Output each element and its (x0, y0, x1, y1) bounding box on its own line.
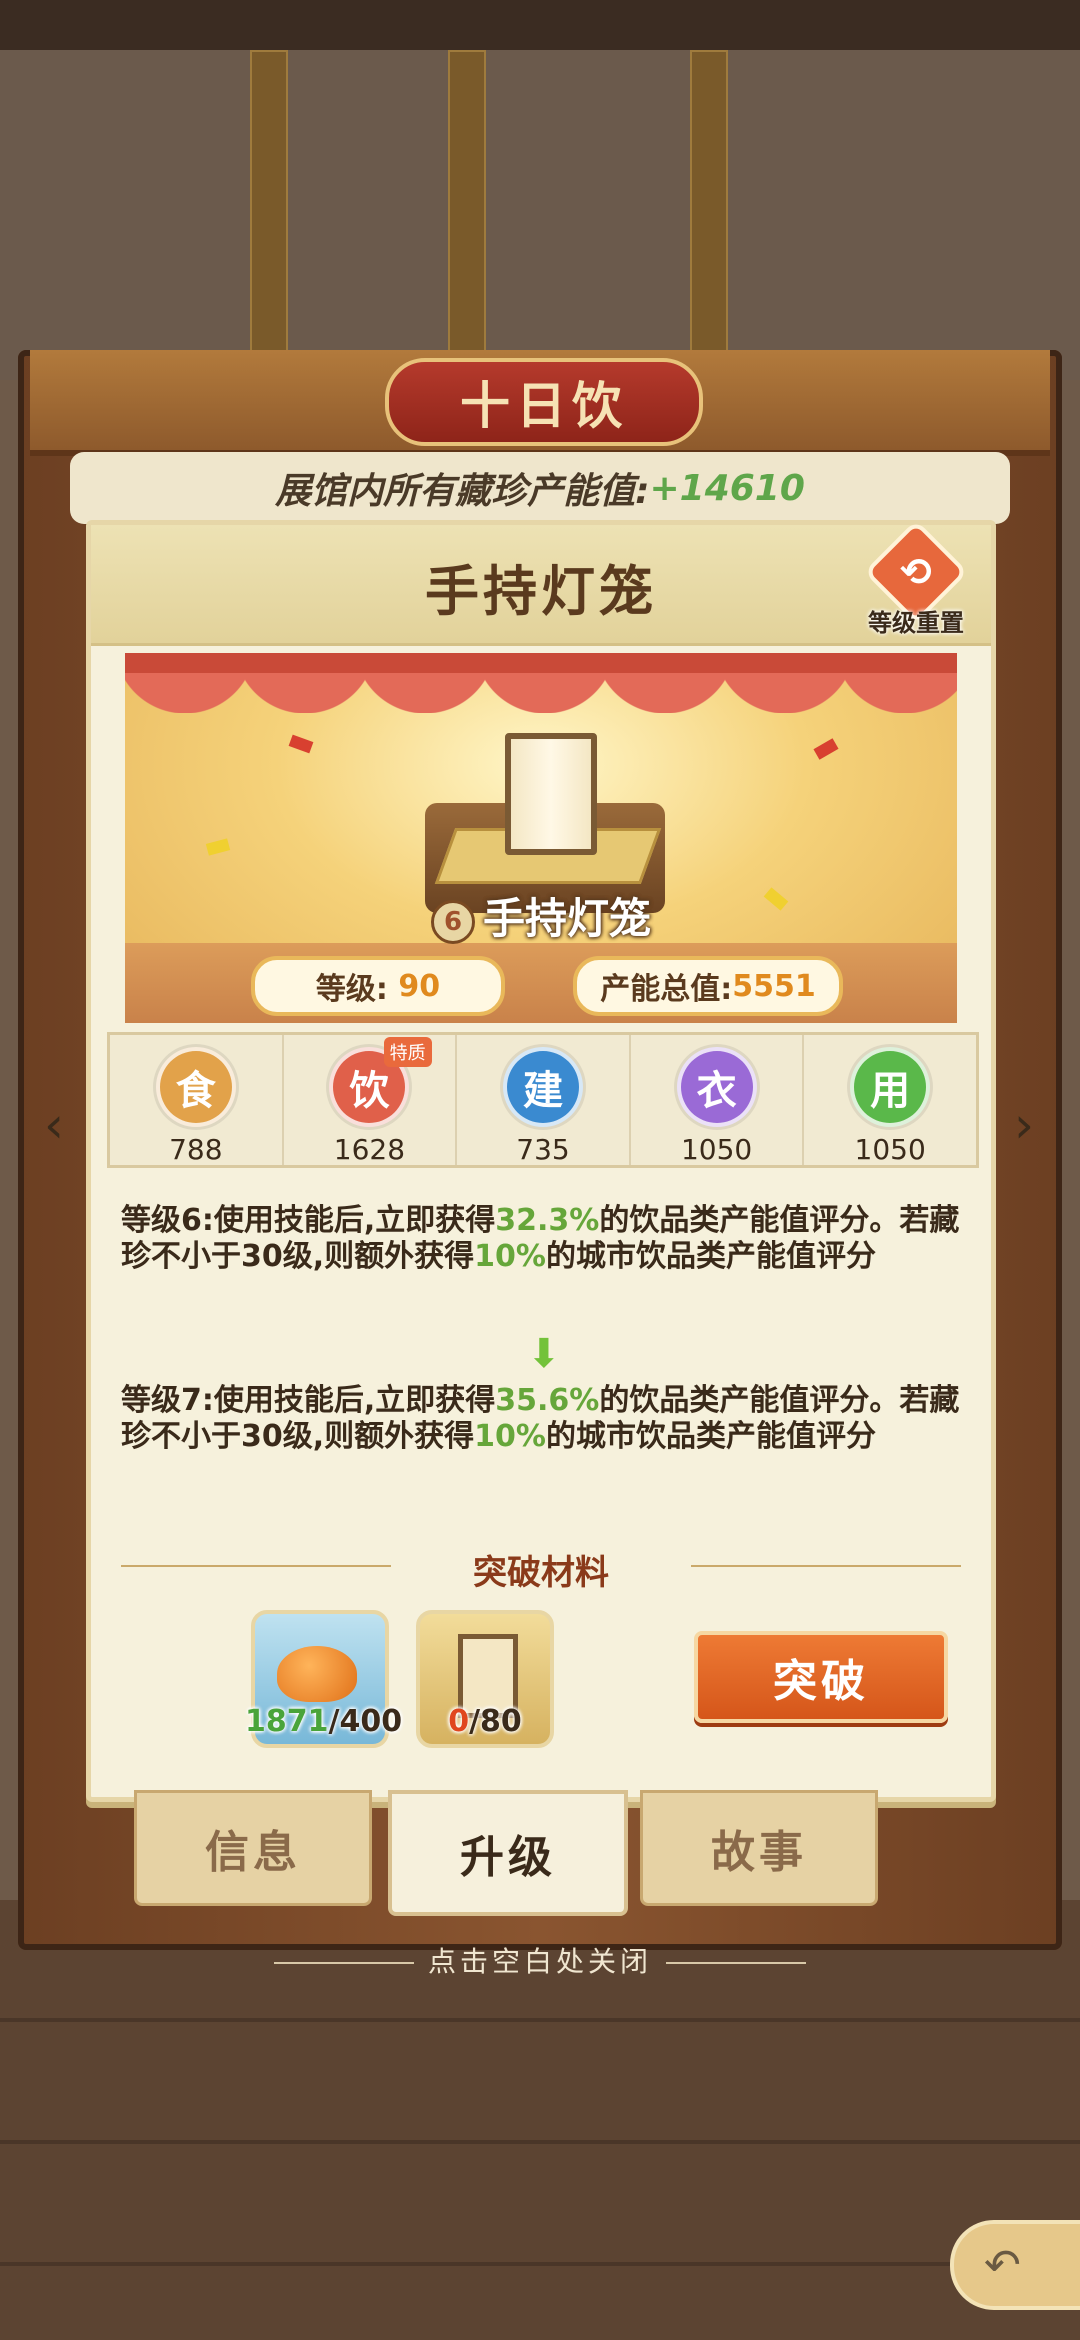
arrow-down-icon: ⬇ (527, 1331, 561, 1377)
tab-bar: 信息 升级 故事 (0, 1790, 1080, 1916)
prev-item-arrow[interactable]: ‹ (34, 1090, 74, 1160)
attribute-value: 735 (516, 1133, 570, 1166)
attribute-build: 建 735 (457, 1035, 631, 1166)
attribute-clothing: 衣 1050 (631, 1035, 805, 1166)
back-arrow-icon: ↶ (984, 2239, 1021, 2291)
amber-gem-icon (277, 1646, 357, 1702)
item-level-badge: 6 (430, 899, 475, 944)
level-reset-button[interactable]: ⟲ 等级重置 (861, 519, 971, 639)
clothing-icon: 衣 (676, 1047, 757, 1127)
banner-value: +14610 (649, 467, 805, 509)
stage-curtain-rail (125, 653, 957, 673)
item-showcase: 6 手持灯笼 等级: 90 产能总值: 5551 (125, 653, 957, 1023)
attribute-value: 1050 (680, 1133, 753, 1166)
close-hint[interactable]: 点击空白处关闭 (0, 1940, 1080, 1980)
build-icon: 建 (502, 1047, 583, 1127)
confetti (288, 734, 314, 754)
confetti (813, 738, 839, 760)
lantern-icon (505, 733, 597, 855)
upgrade-panel: 手持灯笼 ⟲ 等级重置 6 手持灯笼 等级: 90 产能总值: 5551 食 788 (86, 519, 996, 1802)
output-total-value: 5551 (732, 968, 816, 1004)
use-icon: 用 (850, 1047, 931, 1127)
attribute-value: 788 (169, 1133, 223, 1166)
level-pill: 等级: 90 (251, 956, 505, 1016)
item-name-text: 手持灯笼 (482, 894, 651, 943)
level-reset-label: 等级重置 (868, 609, 964, 637)
background-pillar (448, 50, 486, 374)
attribute-value: 1628 (333, 1133, 406, 1166)
hall-output-banner: 展馆内所有藏珍产能值: +14610 (70, 452, 1010, 524)
material-count: 1871/400 (245, 1704, 403, 1739)
back-button[interactable]: ↶ (950, 2220, 1080, 2310)
attribute-food: 食 788 (110, 1035, 284, 1166)
background-pillar (690, 50, 728, 374)
special-trait-tag: 特质 (383, 1037, 432, 1067)
tab-info[interactable]: 信息 (134, 1790, 372, 1906)
skill-current-desc: 等级6:使用技能后,立即获得32.3%的饮品类产能值评分。若藏珍不小于30级,则… (121, 1203, 960, 1274)
hall-title: 十日饮 (385, 358, 703, 446)
next-item-arrow[interactable]: › (1004, 1090, 1044, 1160)
banner-label: 展馆内所有藏珍产能值: (275, 471, 650, 512)
level-value: 90 (398, 968, 441, 1004)
panel-header: 手持灯笼 ⟲ 等级重置 (91, 519, 991, 646)
attribute-row: 食 788 饮 特质 1628 建 735 衣 1050 用 1050 (107, 1032, 979, 1168)
item-name: 6 手持灯笼 (125, 885, 957, 946)
attribute-use: 用 1050 (804, 1035, 976, 1166)
food-icon: 食 (155, 1047, 236, 1127)
tab-upgrade[interactable]: 升级 (388, 1790, 628, 1916)
background-pillar (250, 50, 288, 374)
confetti (205, 838, 231, 856)
breakthrough-button[interactable]: 突破 (694, 1631, 948, 1723)
material-slot[interactable]: 1871/400 (245, 1610, 402, 1748)
tab-story[interactable]: 故事 (640, 1790, 878, 1906)
background-top (0, 0, 1080, 380)
materials-header: 突破材料 (121, 1545, 961, 1593)
attribute-drink: 饮 特质 1628 (284, 1035, 458, 1166)
attribute-value: 1050 (854, 1133, 926, 1166)
skill-next-desc: 等级7:使用技能后,立即获得35.6%的饮品类产能值评分。若藏珍不小于30级,则… (121, 1383, 960, 1454)
material-slot[interactable]: 0/80 (416, 1610, 554, 1748)
material-count: 0/80 (448, 1704, 522, 1739)
materials-title: 突破材料 (473, 1553, 609, 1593)
output-total-label: 产能总值: (600, 972, 733, 1007)
level-label: 等级: (315, 972, 388, 1007)
output-total-pill: 产能总值: 5551 (573, 956, 843, 1016)
